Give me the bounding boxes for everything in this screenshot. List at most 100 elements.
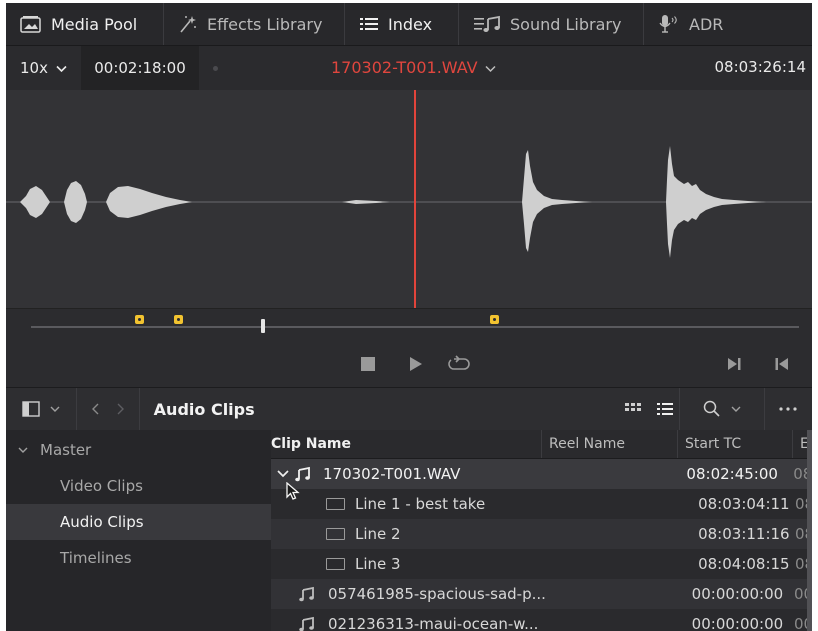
duration-timecode[interactable]: 00:02:18:00 (81, 46, 199, 90)
loop-icon (448, 355, 470, 370)
chevron-left-icon (91, 403, 99, 415)
clip-name: 057461985-spacious-sad-p... (328, 585, 546, 603)
column-header-start-tc[interactable]: Start TC (678, 430, 793, 458)
table-header: Clip Name Reel Name Start TC En (271, 430, 812, 459)
thumbnail-view-button[interactable] (615, 388, 650, 430)
sidebar-item-label: Audio Clips (60, 513, 144, 531)
back-button[interactable] (77, 388, 140, 430)
waveform-graphic (6, 146, 812, 258)
vertical-scrollbar[interactable] (807, 430, 812, 631)
grid-view-icon (625, 403, 642, 411)
marker-icon[interactable] (490, 315, 499, 324)
playhead[interactable] (414, 90, 416, 308)
tab-label: Media Pool (51, 14, 138, 34)
marker-icon[interactable] (135, 315, 144, 324)
start-tc: 08:03:04:11 (698, 495, 790, 513)
play-icon (410, 357, 422, 371)
sidebar-item-timelines[interactable]: Timelines (6, 540, 271, 576)
start-tc: 00:00:00:00 (691, 615, 784, 631)
table-row[interactable]: 057461985-spacious-sad-p... 00:00:00:00 … (271, 579, 812, 609)
chevron-down-icon[interactable] (277, 470, 289, 478)
clip-name-dropdown[interactable]: 170302-T001.WAV (331, 58, 496, 77)
table-row[interactable]: Line 2 08:03:11:16 08 (271, 519, 812, 549)
search-icon (703, 400, 720, 417)
tab-sound-library[interactable]: Sound Library (459, 3, 644, 45)
start-tc: 08:04:08:15 (698, 555, 790, 573)
start-tc: 00:00:00:00 (691, 585, 784, 603)
status-dot-icon (213, 65, 218, 71)
tab-label: Index (388, 14, 433, 34)
start-tc: 08:03:11:16 (698, 525, 790, 543)
bin-sidebar: Master Video Clips Audio Clips Timelines (6, 430, 271, 631)
zoom-value: 10x (20, 59, 48, 77)
bin-title: Audio Clips (153, 399, 255, 419)
sound-library-icon (473, 15, 501, 33)
scrub-bar[interactable] (31, 326, 799, 328)
chevron-down-icon (56, 59, 67, 77)
sidebar-item-audio-clips[interactable]: Audio Clips (6, 504, 271, 540)
tab-adr[interactable]: ADR (644, 3, 739, 45)
panel-tab-bar: Media Pool Effects Library Index Sound L… (6, 3, 812, 46)
next-marker-button[interactable] (722, 352, 746, 376)
clip-list-table: Clip Name Reel Name Start TC En 170302-T… (271, 430, 812, 631)
chevron-down-icon (18, 447, 28, 453)
start-tc: 08:02:45:00 (686, 465, 778, 483)
subclip-icon (326, 498, 345, 510)
chevron-down-icon (485, 58, 496, 77)
fairlight-window: Media Pool Effects Library Index Sound L… (6, 3, 812, 631)
play-button[interactable] (404, 352, 428, 376)
list-view-icon (657, 403, 674, 415)
skip-back-icon (775, 358, 788, 370)
column-header-reel-name[interactable]: Reel Name (542, 430, 678, 458)
table-row[interactable]: 021236313-maui-ocean-w... 00:00:00:00 00 (271, 609, 812, 631)
table-row[interactable]: Line 3 08:04:08:15 08 (271, 549, 812, 579)
effects-wand-icon (178, 14, 198, 34)
sidebar-toggle-button[interactable] (6, 388, 77, 430)
sidebar-item-label: Master (40, 441, 92, 459)
scrubber-area (6, 308, 812, 387)
clip-name: Line 1 - best take (355, 495, 486, 513)
zoom-dropdown[interactable]: 10x (6, 59, 81, 77)
subclip-icon (326, 558, 345, 570)
list-view-button[interactable] (651, 388, 681, 430)
mouse-cursor-icon (286, 482, 300, 500)
table-row[interactable]: Line 1 - best take 08:03:04:11 08 (271, 489, 812, 519)
tab-effects-library[interactable]: Effects Library (164, 3, 345, 45)
audio-clip-icon (299, 616, 314, 631)
current-timecode: 08:03:26:14 (714, 58, 806, 76)
media-pool-toolbar: Audio Clips (6, 387, 812, 430)
tab-label: ADR (689, 14, 724, 34)
index-list-icon (359, 16, 379, 32)
search-button[interactable] (680, 388, 765, 430)
clip-name: 170302-T001.WAV (331, 58, 478, 77)
tab-media-pool[interactable]: Media Pool (6, 3, 164, 45)
stop-icon (361, 357, 375, 371)
scrub-handle[interactable] (261, 319, 265, 333)
audio-clip-icon (299, 586, 314, 602)
marker-icon[interactable] (174, 315, 183, 324)
tab-index[interactable]: Index (345, 3, 459, 45)
sidebar-item-master[interactable]: Master (6, 432, 271, 468)
column-header-clip-name[interactable]: Clip Name (271, 430, 542, 458)
clip-name: 021236313-maui-ocean-w... (328, 615, 539, 631)
loop-button[interactable] (447, 352, 471, 376)
clip-name: 170302-T001.WAV (323, 465, 461, 483)
previous-marker-button[interactable] (770, 352, 794, 376)
tab-label: Effects Library (207, 14, 323, 34)
microphone-icon (658, 14, 680, 34)
more-options-button[interactable] (765, 388, 812, 430)
subclip-icon (326, 528, 345, 540)
tab-label: Sound Library (510, 14, 622, 34)
chevron-down-icon (50, 406, 60, 412)
ellipsis-icon (779, 407, 798, 411)
sidebar-item-video-clips[interactable]: Video Clips (6, 468, 271, 504)
viewer-header: 10x 00:02:18:00 170302-T001.WAV 08:03:26… (6, 46, 812, 90)
sidebar-panel-icon (22, 401, 40, 417)
sidebar-item-label: Timelines (60, 549, 132, 567)
clip-name: Line 3 (355, 555, 401, 573)
stop-button[interactable] (356, 352, 380, 376)
table-row[interactable]: 170302-T001.WAV 08:02:45:00 08 (271, 459, 812, 489)
clip-name: Line 2 (355, 525, 401, 543)
audio-clip-icon (295, 466, 310, 482)
audio-waveform-viewer[interactable] (6, 90, 812, 308)
